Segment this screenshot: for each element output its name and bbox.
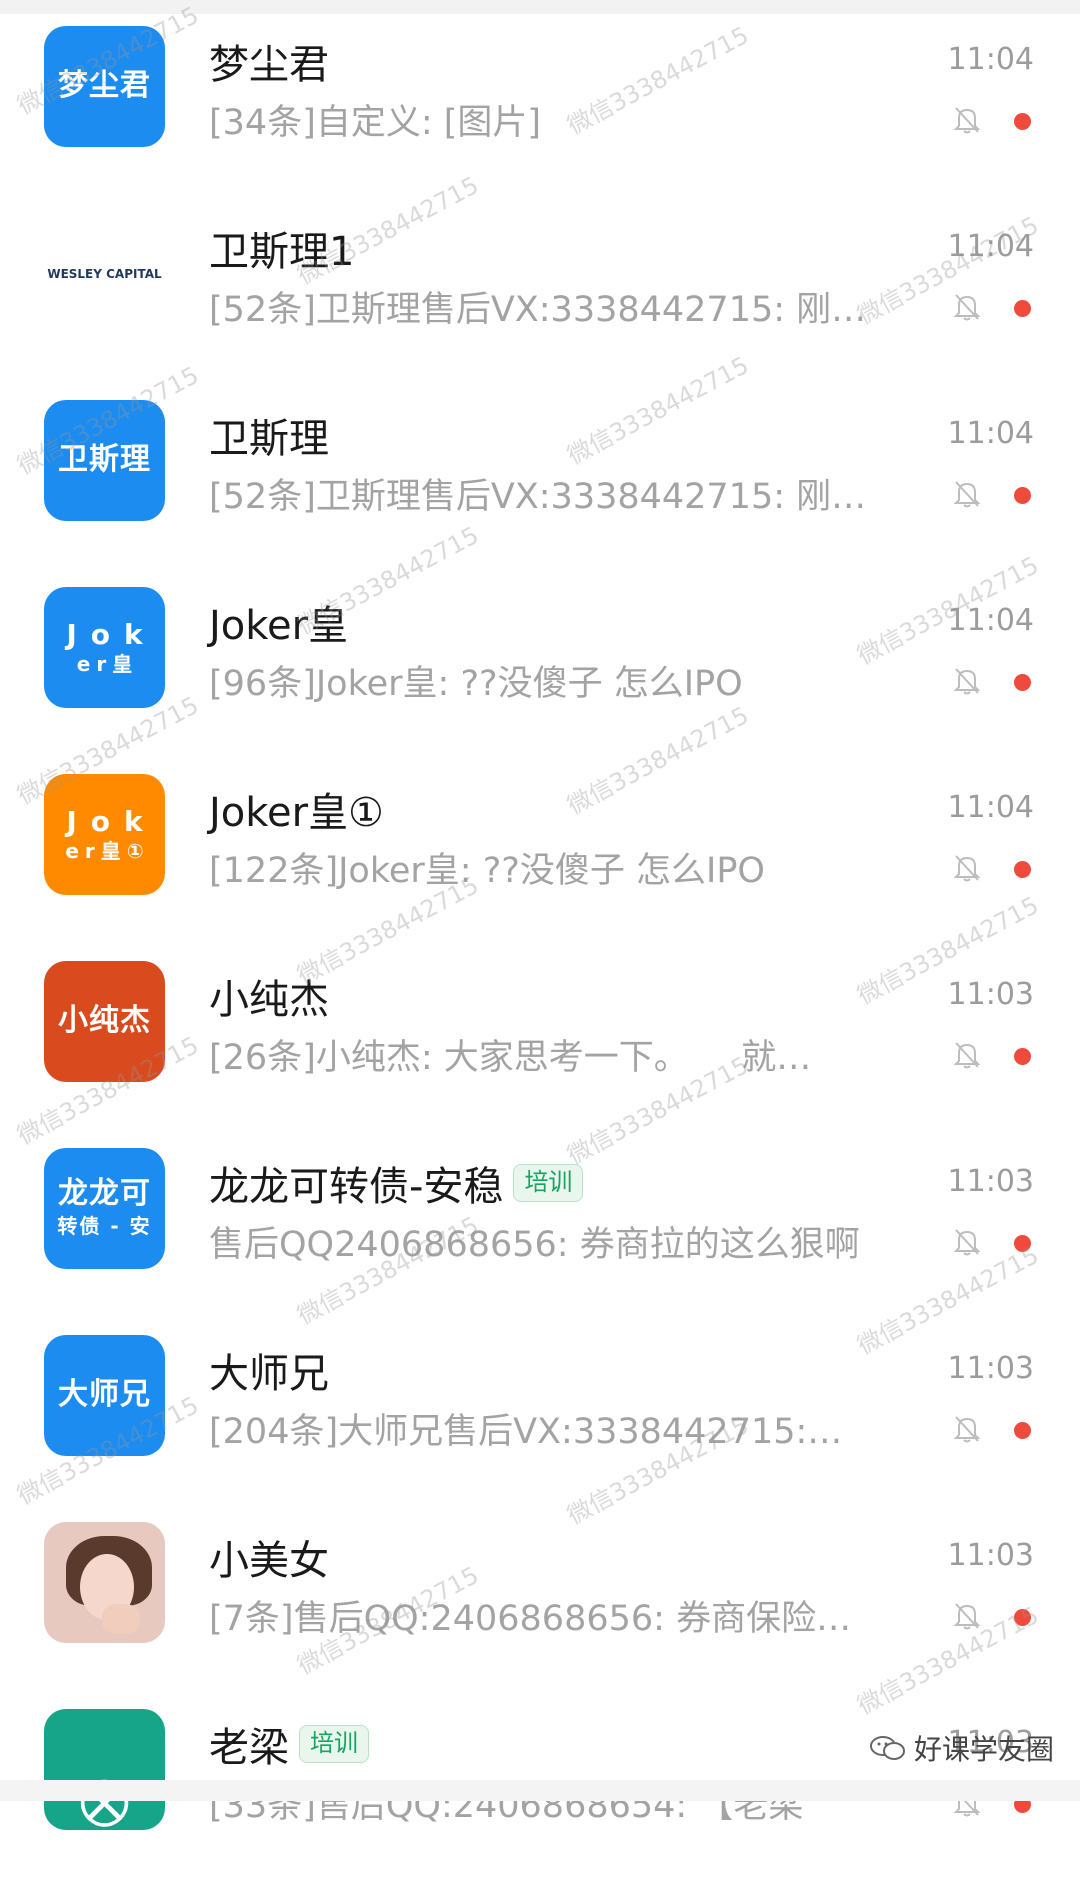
portrait-hand [102, 1604, 140, 1634]
unread-dot [1014, 861, 1031, 878]
chat-name: 梦尘君 [209, 32, 329, 90]
mute-bell-icon [953, 1229, 981, 1256]
chat-name: 大师兄 [209, 1341, 329, 1399]
avatar-label: 龙龙可 [58, 1176, 151, 1212]
unread-dot [1014, 1048, 1031, 1065]
timestamp: 11:03 [947, 977, 1034, 1012]
avatar-sublabel: 转债 - 安 [57, 1213, 152, 1238]
timestamp: 11:04 [947, 42, 1034, 77]
chat-name: 老梁 培训 [209, 1715, 369, 1773]
unread-dot [1014, 487, 1031, 504]
avatar[interactable]: Jok er皇① [44, 774, 165, 895]
wechat-icon [870, 1736, 905, 1760]
mute-bell-icon [953, 294, 981, 321]
avatar-label: Jok [66, 804, 157, 838]
mute-bell-icon [953, 1042, 981, 1069]
wesley-capital-logo: WESLEY CAPITAL [47, 266, 162, 281]
avatar[interactable]: Jok er皇 [44, 587, 165, 708]
training-tag: 培训 [513, 1164, 584, 1202]
unread-dot [1014, 1422, 1031, 1439]
chat-name-text: 小美女 [209, 1538, 329, 1584]
chat-name-text: 卫斯理 [209, 416, 329, 462]
timestamp: 11:03 [947, 1538, 1034, 1573]
message-preview: [52条]卫斯理售后VX:3338442715: 刚… [209, 290, 867, 330]
chat-row[interactable]: 卫斯理 卫斯理 [52条]卫斯理售后VX:3338442715: 刚… 11:04 [0, 388, 1080, 575]
chat-row[interactable]: Jok er皇① Joker皇① [122条]Joker皇: ??没傻子 怎么IPO 1… [0, 762, 1080, 949]
chat-name-text: Joker皇① [209, 790, 384, 836]
unread-dot [1014, 300, 1031, 317]
avatar[interactable]: 龙龙可 转债 - 安 [44, 1148, 165, 1269]
chat-name-text: 梦尘君 [209, 42, 329, 88]
mute-bell-icon [953, 481, 981, 508]
unread-dot [1014, 113, 1031, 130]
timestamp: 11:04 [947, 790, 1034, 825]
mute-bell-icon [953, 668, 981, 695]
message-preview: [26条]小纯杰: 大家思考一下。 就… [209, 1038, 812, 1078]
message-preview: [204条]大师兄售后VX:3338442715:… [209, 1412, 843, 1452]
chat-name: 龙龙可转债-安稳 培训 [209, 1154, 584, 1212]
timestamp: 11:03 [947, 1164, 1034, 1199]
avatar[interactable] [44, 1522, 165, 1643]
brand-label: 好课学友圈 [914, 1733, 1055, 1766]
chat-name-text: 老梁 [209, 1725, 289, 1771]
mute-bell-icon [953, 107, 981, 134]
unread-dot [1014, 674, 1031, 691]
timestamp: 11:03 [947, 1351, 1034, 1386]
brand-badge: 好课学友圈 [870, 1728, 1054, 1768]
message-preview: [122条]Joker皇: ??没傻子 怎么IPO [209, 851, 765, 891]
avatar-label: 大师兄 [58, 1377, 151, 1413]
chat-name: 卫斯理 [209, 406, 329, 464]
training-tag: 培训 [299, 1725, 369, 1763]
timestamp: 11:04 [947, 416, 1034, 451]
bottom-edge [0, 1780, 1080, 1801]
mute-bell-icon [953, 1416, 981, 1443]
message-preview: [96条]Joker皇: ??没傻子 怎么IPO [209, 664, 743, 704]
chat-name-text: 大师兄 [209, 1351, 329, 1397]
chat-name: Joker皇① [209, 780, 384, 838]
mute-bell-icon [953, 855, 981, 882]
message-preview: 售后QQ2406868656: 券商拉的这么狠啊 [209, 1225, 860, 1265]
avatar[interactable]: WESLEY CAPITAL [44, 213, 165, 334]
chat-name-text: 龙龙可转债-安稳 [209, 1164, 504, 1210]
avatar-label: 小纯杰 [58, 1003, 151, 1039]
avatar-sublabel: er皇① [65, 839, 150, 864]
message-preview: [7条]售后QQ:2406868656: 券商保险… [209, 1599, 852, 1639]
avatar-sublabel: er皇 [76, 652, 139, 677]
message-preview: [52条]卫斯理售后VX:3338442715: 刚… [209, 477, 867, 517]
avatar-label: Jok [66, 617, 157, 651]
chat-name: 小美女 [209, 1528, 329, 1586]
message-preview: [34条]自定义: [图片] [209, 103, 542, 143]
avatar[interactable]: ⛒ [44, 1709, 165, 1830]
